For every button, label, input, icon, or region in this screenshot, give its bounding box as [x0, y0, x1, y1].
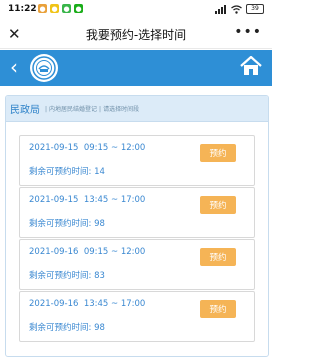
app-header: ‹	[0, 50, 272, 86]
slot-datetime: 2021-09-15 09:15 ~ 12:00	[29, 143, 145, 153]
signal-icon	[215, 4, 226, 14]
status-indicators: 39	[215, 4, 264, 14]
slot-time: 09:15 ~ 12:00	[83, 247, 146, 257]
breadcrumb: | 内地居民结婚登记 | 请选择时间段	[45, 106, 140, 113]
status-time: 11:22	[8, 4, 37, 14]
slot-remaining: 剩余可预约时间: 14	[29, 167, 105, 177]
slot-datetime: 2021-09-16 13:45 ~ 17:00	[29, 299, 145, 309]
time-slot-card: 2021-09-16 09:15 ~ 12:00 剩余可预约时间: 83 预约	[19, 239, 255, 290]
slot-remaining: 剩余可预约时间: 98	[29, 219, 105, 229]
breadcrumb-item: 请选择时间段	[103, 106, 140, 113]
notification-icon: ●	[50, 4, 59, 13]
battery-level: 39	[251, 5, 259, 12]
notification-icon: ●	[74, 4, 83, 13]
battery-icon: 39	[246, 4, 264, 14]
slot-time: 13:45 ~ 17:00	[83, 299, 146, 309]
slot-remaining: 剩余可预约时间: 98	[29, 323, 105, 333]
back-button[interactable]: ‹	[10, 56, 18, 78]
book-button[interactable]: 预约	[200, 196, 236, 214]
slot-time: 09:15 ~ 12:00	[83, 143, 146, 153]
book-button[interactable]: 预约	[200, 144, 236, 162]
status-bar: 11:22 ● ● ● ● 39	[0, 0, 272, 20]
status-app-icons: ● ● ● ●	[38, 4, 83, 13]
page-title: 我要预约-选择时间	[85, 28, 187, 42]
title-bar: ✕ 我要预约-选择时间 •••	[0, 20, 272, 49]
notification-icon: ●	[38, 4, 47, 13]
slot-time: 13:45 ~ 17:00	[83, 195, 146, 205]
section-title: 民政局	[10, 105, 40, 116]
slot-datetime: 2021-09-16 09:15 ~ 12:00	[29, 247, 145, 257]
slot-date: 2021-09-15	[29, 143, 79, 153]
slot-date: 2021-09-16	[29, 299, 79, 309]
book-button[interactable]: 预约	[200, 248, 236, 266]
time-slot-card: 2021-09-16 13:45 ~ 17:00 剩余可预约时间: 98 预约	[19, 291, 255, 342]
slot-datetime: 2021-09-15 13:45 ~ 17:00	[29, 195, 145, 205]
more-options-button[interactable]: •••	[234, 24, 262, 40]
time-slot-card: 2021-09-15 13:45 ~ 17:00 剩余可预约时间: 98 预约	[19, 187, 255, 238]
slot-remaining: 剩余可预约时间: 83	[29, 271, 105, 281]
logo-icon	[30, 54, 58, 82]
home-icon	[240, 55, 262, 75]
breadcrumb-item: 内地居民结婚登记	[49, 106, 98, 113]
slot-date: 2021-09-16	[29, 247, 79, 257]
appointment-section: 民政局 | 内地居民结婚登记 | 请选择时间段 2021-09-15 09:15 ~ …	[5, 95, 269, 357]
section-header: 民政局 | 内地居民结婚登记 | 请选择时间段	[6, 96, 268, 122]
home-button[interactable]	[240, 55, 262, 80]
time-slot-card: 2021-09-15 09:15 ~ 12:00 剩余可预约时间: 14 预约	[19, 135, 255, 186]
slot-date: 2021-09-15	[29, 195, 79, 205]
book-button[interactable]: 预约	[200, 300, 236, 318]
close-button[interactable]: ✕	[8, 25, 21, 43]
wifi-icon	[231, 4, 242, 14]
notification-icon: ●	[62, 4, 71, 13]
